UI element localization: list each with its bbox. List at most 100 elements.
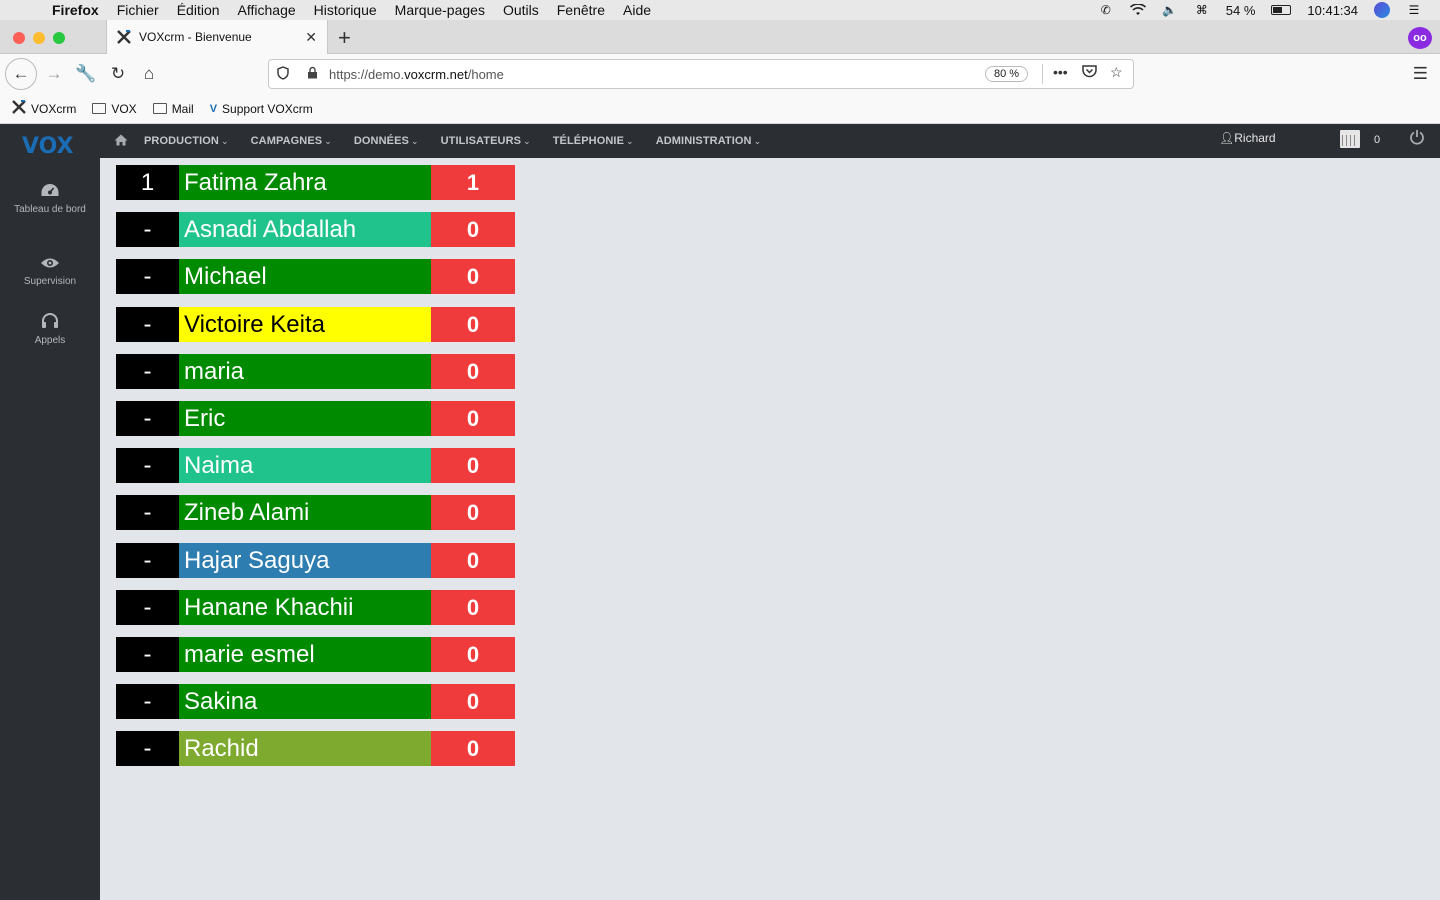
agent-count: 0: [431, 495, 515, 530]
agent-count: 1: [431, 165, 515, 200]
agent-row: - Michael 0: [116, 259, 515, 294]
agent-name: Asnadi Abdallah: [179, 212, 431, 247]
battery-percent[interactable]: 54 %: [1226, 3, 1256, 18]
forward-button[interactable]: →: [40, 60, 68, 88]
page-actions-icon[interactable]: •••: [1053, 64, 1068, 80]
home-icon[interactable]: [114, 133, 128, 149]
menu-historique[interactable]: Historique: [314, 2, 377, 18]
url-separator: [1042, 64, 1043, 84]
close-tab-icon[interactable]: ✕: [305, 29, 317, 46]
close-window-button[interactable]: [13, 32, 25, 44]
bookmark-label: Support VOXcrm: [222, 101, 313, 116]
agent-rank: -: [116, 259, 179, 294]
menu-fichier[interactable]: Fichier: [117, 2, 159, 18]
lock-icon[interactable]: [307, 66, 321, 82]
voxcrm-favicon-icon: [12, 100, 26, 117]
sidebar-item-supervision[interactable]: Supervision: [0, 256, 100, 289]
nav-telephonie[interactable]: TÉLÉPHONIE ⌄: [553, 135, 634, 147]
zoom-level-badge[interactable]: 80 %: [985, 66, 1029, 82]
home-button[interactable]: ⌂: [135, 60, 163, 88]
minimize-window-button[interactable]: [33, 32, 45, 44]
agent-count: 0: [431, 731, 515, 766]
clock[interactable]: 10:41:34: [1307, 3, 1358, 18]
chevron-down-icon: ⌄: [410, 136, 419, 146]
menu-aide[interactable]: Aide: [623, 2, 651, 18]
agent-rank: -: [116, 401, 179, 436]
wifi-icon[interactable]: [1129, 4, 1146, 16]
pocket-icon[interactable]: [1082, 64, 1097, 81]
battery-icon[interactable]: [1271, 5, 1292, 15]
user-name: Richard: [1234, 131, 1276, 145]
agent-name: Zineb Alami: [179, 495, 431, 530]
agent-name: Fatima Zahra: [179, 165, 431, 200]
agent-row: - Rachid 0: [116, 731, 515, 766]
agent-name: Eric: [179, 401, 431, 436]
nav-label: UTILISATEURS: [440, 135, 522, 147]
bookmark-voxcrm[interactable]: VOXcrm: [12, 100, 76, 117]
bookmark-label: VOXcrm: [31, 101, 77, 116]
new-tab-button[interactable]: +: [338, 25, 351, 51]
sidebar-label: Supervision: [23, 276, 77, 287]
menu-app-name[interactable]: Firefox: [52, 2, 99, 18]
agent-rank: 1: [116, 165, 179, 200]
calendar-icon[interactable]: [1340, 130, 1360, 148]
agent-rank: -: [116, 731, 179, 766]
navigation-toolbar: ← → 🔧 ↻ ⌂ https://demo.voxcrm.net/home 8…: [0, 54, 1440, 94]
url-text[interactable]: https://demo.voxcrm.net/home: [329, 67, 504, 82]
bookmark-star-icon[interactable]: ☆: [1110, 64, 1123, 81]
tab-voxcrm[interactable]: VOXcrm - Bienvenue ✕: [106, 20, 328, 54]
reload-button[interactable]: ↻: [104, 60, 132, 88]
sidebar-item-appels[interactable]: Appels: [0, 313, 100, 348]
nav-administration[interactable]: ADMINISTRATION ⌄: [656, 135, 762, 147]
agent-count: 0: [431, 448, 515, 483]
url-prefix: https://demo.: [329, 66, 405, 82]
menu-edition[interactable]: Édition: [177, 2, 220, 18]
menu-affichage[interactable]: Affichage: [238, 2, 296, 18]
agent-count: 0: [431, 212, 515, 247]
phone-icon[interactable]: ✆: [1098, 3, 1114, 17]
agent-row: - Eric 0: [116, 401, 515, 436]
nav-label: CAMPAGNES: [250, 135, 323, 147]
tracking-shield-icon[interactable]: [277, 65, 293, 83]
agent-row: - Sakina 0: [116, 684, 515, 719]
wrench-icon[interactable]: 🔧: [72, 60, 100, 88]
user-menu[interactable]: 👤︎Richard: [1219, 131, 1276, 145]
menu-hamburger-icon[interactable]: ☰: [1413, 64, 1428, 84]
macos-menu-bar: Firefox Fichier Édition Affichage Histor…: [0, 0, 1440, 20]
agent-name: maria: [179, 354, 431, 389]
vox-logo[interactable]: VOX: [22, 134, 74, 159]
agent-count: 0: [431, 684, 515, 719]
nav-label: TÉLÉPHONIE: [552, 135, 625, 147]
nav-campagnes[interactable]: CAMPAGNES ⌄: [251, 135, 332, 147]
volume-icon[interactable]: 🔈: [1162, 3, 1178, 17]
agent-count: 0: [431, 543, 515, 578]
siri-icon[interactable]: [1374, 2, 1390, 18]
battery-fill: [1273, 7, 1283, 13]
eye-icon: [0, 256, 100, 273]
nav-utilisateurs[interactable]: UTILISATEURS ⌄: [441, 135, 531, 147]
menu-marque-pages[interactable]: Marque-pages: [395, 2, 485, 18]
url-bar[interactable]: https://demo.voxcrm.net/home 80 % ••• ☆: [268, 59, 1134, 89]
agent-row: - maria 0: [116, 354, 515, 389]
maximize-window-button[interactable]: [53, 32, 65, 44]
agent-row: 1 Fatima Zahra 1: [116, 165, 515, 200]
nav-production[interactable]: PRODUCTION ⌄: [144, 135, 229, 147]
back-button[interactable]: ←: [5, 58, 37, 90]
headset-icon: [0, 313, 100, 332]
nav-donnees[interactable]: DONNÉES ⌄: [354, 135, 419, 147]
notification-center-icon[interactable]: ☰: [1406, 3, 1422, 17]
keyboard-icon[interactable]: ⌘: [1194, 3, 1210, 17]
sidebar-item-dashboard[interactable]: Tableau de bord: [0, 182, 100, 217]
agent-row: - marie esmel 0: [116, 637, 515, 672]
power-icon[interactable]: [1409, 129, 1425, 150]
calendar-count: 0: [1374, 134, 1381, 146]
bookmark-mail-folder[interactable]: Mail: [152, 102, 194, 116]
dashboard-icon: [0, 182, 100, 201]
bookmark-support-voxcrm[interactable]: V Support VOXcrm: [210, 102, 313, 116]
bookmark-vox-folder[interactable]: VOX: [92, 102, 137, 116]
menu-outils[interactable]: Outils: [503, 2, 539, 18]
main-navigation: PRODUCTION ⌄ CAMPAGNES ⌄ DONNÉES ⌄ UTILISAT…: [114, 124, 783, 158]
menu-fenetre[interactable]: Fenêtre: [557, 2, 605, 18]
agent-rank: -: [116, 684, 179, 719]
voxcrm-favicon-icon: [117, 30, 131, 44]
